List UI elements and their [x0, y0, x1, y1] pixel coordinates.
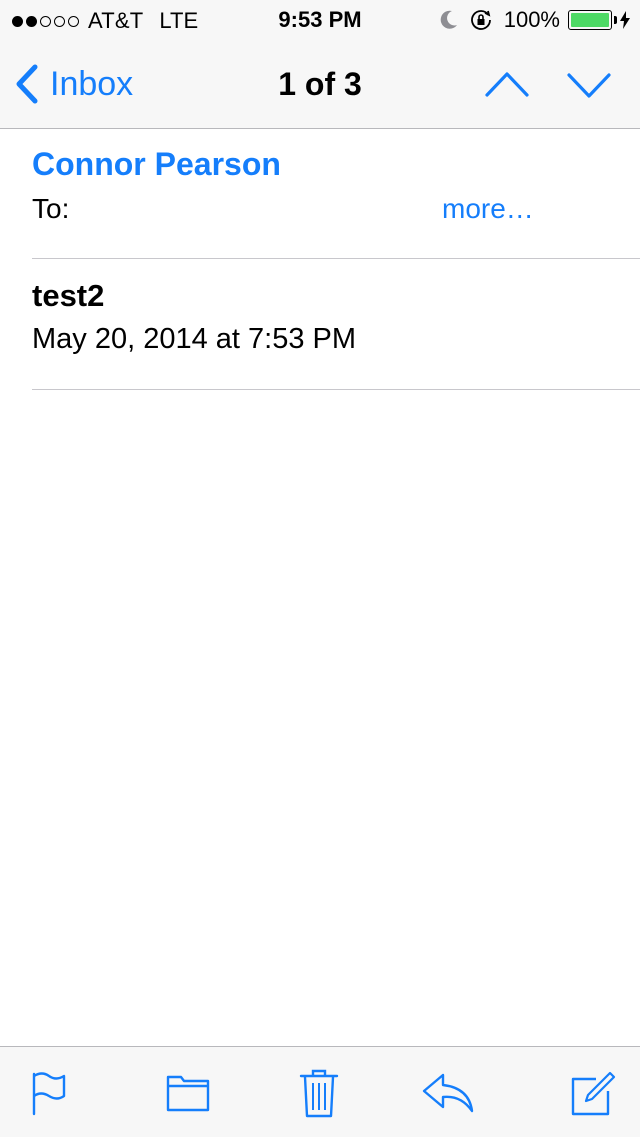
chevron-down-icon	[566, 66, 612, 104]
reply-button[interactable]	[420, 1065, 476, 1121]
trash-icon	[299, 1067, 339, 1119]
charging-bolt-icon	[620, 11, 630, 29]
battery-percent: 100%	[503, 7, 560, 32]
bottom-toolbar	[0, 1046, 640, 1137]
message-counter: 1 of 3	[278, 66, 362, 102]
battery-nub	[614, 16, 617, 24]
battery-icon	[568, 10, 617, 30]
rotation-lock-icon	[470, 9, 492, 31]
subject-divider	[32, 389, 640, 390]
delete-button[interactable]	[291, 1065, 347, 1121]
folder-icon	[165, 1073, 211, 1113]
navigation-bar: Inbox 1 of 3	[0, 40, 640, 128]
reply-icon	[421, 1071, 475, 1115]
flag-icon	[28, 1070, 68, 1116]
do-not-disturb-moon-icon	[440, 10, 458, 30]
status-bar: AT&T LTE 9:53 PM 100%	[0, 0, 640, 40]
message-subject: test2	[32, 278, 105, 313]
sender-name[interactable]: Connor Pearson	[32, 146, 281, 183]
compose-button[interactable]	[564, 1065, 620, 1121]
chevron-up-icon	[484, 66, 530, 104]
top-bar: AT&T LTE 9:53 PM 100% Inbox 1 of 3	[0, 0, 640, 129]
move-to-folder-button[interactable]	[160, 1065, 216, 1121]
more-recipients-link[interactable]: more…	[442, 193, 534, 225]
battery-fill	[571, 13, 609, 27]
previous-message-button[interactable]	[484, 66, 530, 104]
message-date: May 20, 2014 at 7:53 PM	[32, 323, 357, 355]
next-message-button[interactable]	[566, 66, 612, 104]
flag-button[interactable]	[20, 1065, 76, 1121]
header-divider	[32, 258, 640, 259]
status-right: 100%	[440, 7, 630, 33]
compose-icon	[568, 1069, 616, 1117]
to-label: To:	[32, 193, 70, 224]
